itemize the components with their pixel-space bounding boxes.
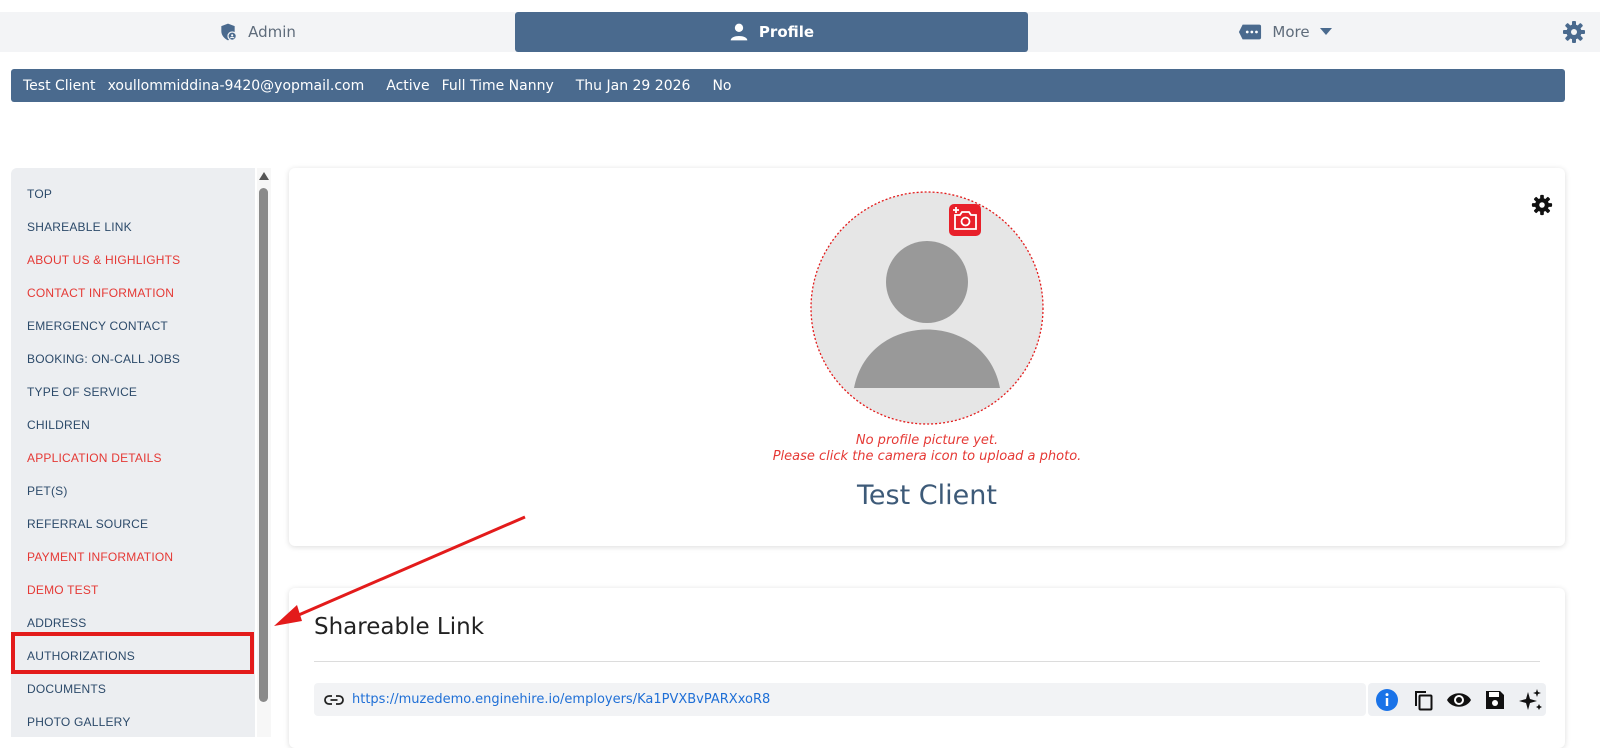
- eye-icon: [1447, 693, 1471, 707]
- section-sidebar: TOP SHAREABLE LINK ABOUT US & HIGHLIGHTS…: [11, 168, 255, 737]
- client-status: Active: [386, 77, 430, 94]
- gear-icon[interactable]: [1562, 20, 1586, 44]
- tab-admin-label: Admin: [248, 23, 296, 41]
- sidebar-item-documents[interactable]: DOCUMENTS: [27, 682, 106, 696]
- shareable-link-title: Shareable Link: [314, 614, 485, 640]
- client-flag: No: [712, 77, 732, 94]
- sidebar-item-emergency-contact[interactable]: EMERGENCY CONTACT: [27, 319, 168, 333]
- info-icon: [1376, 689, 1398, 711]
- sidebar-item-demo-test[interactable]: DEMO TEST: [27, 583, 99, 597]
- profile-client-name: Test Client: [857, 480, 997, 511]
- sidebar-item-children[interactable]: CHILDREN: [27, 418, 90, 432]
- shareable-link-field[interactable]: https://muzedemo.enginehire.io/employers…: [314, 683, 1366, 716]
- camera-plus-icon: [953, 207, 977, 230]
- sidebar-item-booking[interactable]: BOOKING: ON-CALL JOBS: [27, 352, 180, 366]
- sidebar-item-photo-gallery[interactable]: PHOTO GALLERY: [27, 715, 131, 729]
- preview-button[interactable]: [1446, 687, 1472, 713]
- caret-down-icon: [1319, 28, 1332, 35]
- client-date: Thu Jan 29 2026: [575, 77, 691, 94]
- tab-more[interactable]: More: [1030, 12, 1540, 52]
- ai-sparkle-button[interactable]: [1518, 687, 1544, 713]
- save-button[interactable]: [1482, 687, 1508, 713]
- sidebar-item-top[interactable]: TOP: [27, 187, 52, 201]
- shareable-link-card: Shareable Link https://muzedemo.enginehi…: [289, 588, 1565, 748]
- top-navigation: Admin Profile More: [0, 12, 1600, 52]
- shareable-link-url[interactable]: https://muzedemo.enginehire.io/employers…: [352, 692, 770, 707]
- tab-admin[interactable]: Admin: [0, 12, 514, 52]
- authorizations-highlight-box: [11, 632, 254, 674]
- avatar-placeholder[interactable]: [809, 190, 1045, 426]
- sidebar-item-contact-information[interactable]: CONTACT INFORMATION: [27, 286, 174, 300]
- user-icon: [730, 23, 748, 41]
- tab-more-label: More: [1272, 23, 1310, 41]
- sidebar-item-application-details[interactable]: APPLICATION DETAILS: [27, 451, 162, 465]
- tab-profile[interactable]: Profile: [515, 12, 1028, 52]
- copy-button[interactable]: [1410, 687, 1436, 713]
- client-name: Test Client: [23, 77, 96, 94]
- camera-upload-button[interactable]: [949, 204, 981, 236]
- sidebar-scrollbar[interactable]: [257, 168, 271, 737]
- sidebar-item-address[interactable]: ADDRESS: [27, 616, 86, 630]
- client-service: Full Time Nanny: [441, 77, 554, 94]
- scroll-up-arrow-icon[interactable]: [259, 172, 269, 180]
- tab-profile-label: Profile: [758, 23, 815, 41]
- sidebar-item-shareable-link[interactable]: SHAREABLE LINK: [27, 220, 132, 234]
- copy-icon: [1415, 691, 1433, 711]
- message-dots-icon: [1239, 24, 1262, 40]
- scrollbar-thumb[interactable]: [259, 188, 268, 702]
- sidebar-item-payment-information[interactable]: PAYMENT INFORMATION: [27, 550, 173, 564]
- sidebar-item-about-us[interactable]: ABOUT US & HIGHLIGHTS: [27, 253, 180, 267]
- sidebar-item-pets[interactable]: PET(S): [27, 484, 68, 498]
- no-picture-message: No profile picture yet.: [855, 433, 999, 448]
- sidebar-item-type-of-service[interactable]: TYPE OF SERVICE: [27, 385, 137, 399]
- info-button[interactable]: [1374, 687, 1400, 713]
- save-icon: [1486, 691, 1504, 709]
- client-info-bar: Test Client xoullommiddina-9420@yopmail.…: [11, 69, 1565, 102]
- profile-card: No profile picture yet. Please click the…: [289, 168, 1565, 546]
- link-icon: [324, 694, 344, 705]
- sidebar-item-referral-source[interactable]: REFERRAL SOURCE: [27, 517, 148, 531]
- shield-icon: [221, 23, 238, 41]
- gear-icon[interactable]: [1531, 194, 1553, 216]
- client-email: xoullommiddina-9420@yopmail.com: [107, 77, 365, 94]
- divider: [314, 661, 1540, 662]
- link-actions: [1368, 683, 1546, 716]
- sparkle-icon: [1519, 689, 1542, 710]
- upload-instruction: Please click the camera icon to upload a…: [772, 449, 1082, 464]
